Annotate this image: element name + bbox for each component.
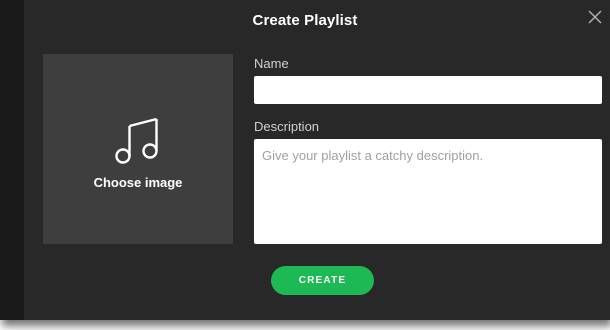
- create-button[interactable]: CREATE: [271, 266, 374, 295]
- create-playlist-dialog: Create Playlist Choose image Name Descri…: [0, 0, 610, 320]
- description-label: Description: [254, 119, 320, 134]
- dialog-title: Create Playlist: [252, 12, 358, 29]
- name-label: Name: [254, 56, 289, 71]
- choose-image-label: Choose image: [93, 175, 183, 190]
- window-edge: [0, 0, 24, 320]
- choose-image-button[interactable]: Choose image: [43, 54, 233, 244]
- name-input[interactable]: [254, 76, 602, 104]
- description-input[interactable]: [254, 139, 602, 244]
- close-icon[interactable]: [586, 8, 604, 26]
- music-note-icon: [113, 116, 161, 166]
